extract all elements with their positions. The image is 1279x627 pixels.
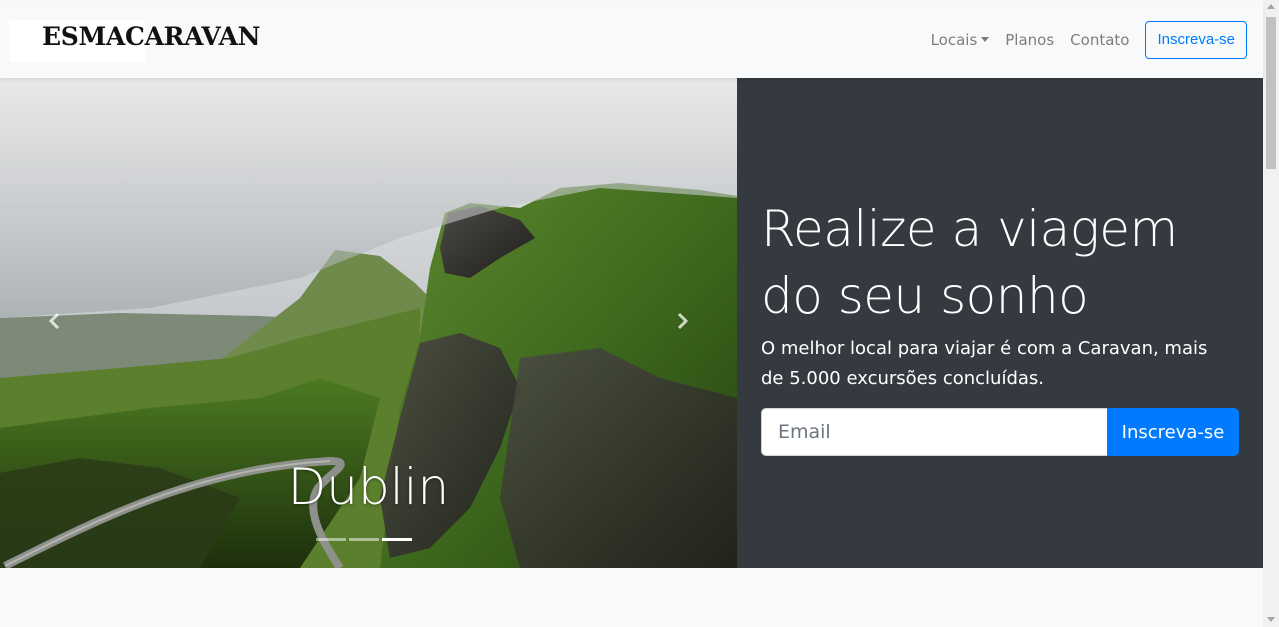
signup-panel: Realize a viagem do seu sonho O melhor l… <box>737 78 1263 568</box>
nav-link-locais-label: Locais <box>930 30 978 49</box>
carousel-indicator[interactable] <box>349 538 379 541</box>
email-input[interactable] <box>761 408 1107 456</box>
hero-subtitle: O melhor local para viajar é com a Carav… <box>761 338 1208 389</box>
carousel-caption: Dublin <box>287 458 450 516</box>
hero-carousel: Dublin <box>0 78 737 568</box>
scrollbar-thumb[interactable] <box>1266 17 1276 169</box>
nav-link-planos[interactable]: Planos <box>1005 31 1054 49</box>
vertical-scrollbar[interactable] <box>1263 0 1279 627</box>
carousel-prev-button[interactable] <box>40 306 70 336</box>
carousel-indicator[interactable] <box>316 538 346 541</box>
nav-links: Locais Planos Contato Inscreva-se <box>915 20 1247 59</box>
signup-form: Inscreva-se <box>761 408 1239 456</box>
navbar: ESMACARAVAN Locais Planos Contato Inscre… <box>0 2 1263 78</box>
carousel-indicator-active[interactable] <box>382 538 412 541</box>
carousel-next-button[interactable] <box>667 306 697 336</box>
caret-down-icon <box>981 37 990 42</box>
hero-headline: Realize a viagem do seu sonho <box>761 200 1178 325</box>
scroll-down-arrow-icon[interactable] <box>1267 617 1275 622</box>
signup-submit-button[interactable]: Inscreva-se <box>1107 408 1239 456</box>
scroll-up-arrow-icon[interactable] <box>1267 4 1275 9</box>
nav-link-locais[interactable]: Locais <box>931 31 990 49</box>
brand-name[interactable]: ESMACARAVAN <box>42 22 261 51</box>
carousel-indicators <box>316 538 412 541</box>
page: ESMACARAVAN Locais Planos Contato Inscre… <box>0 0 1263 627</box>
navbar-signup-button[interactable]: Inscreva-se <box>1145 20 1247 59</box>
chevron-left-icon <box>48 312 60 330</box>
chevron-right-icon <box>677 312 689 330</box>
nav-link-contato[interactable]: Contato <box>1070 31 1129 49</box>
